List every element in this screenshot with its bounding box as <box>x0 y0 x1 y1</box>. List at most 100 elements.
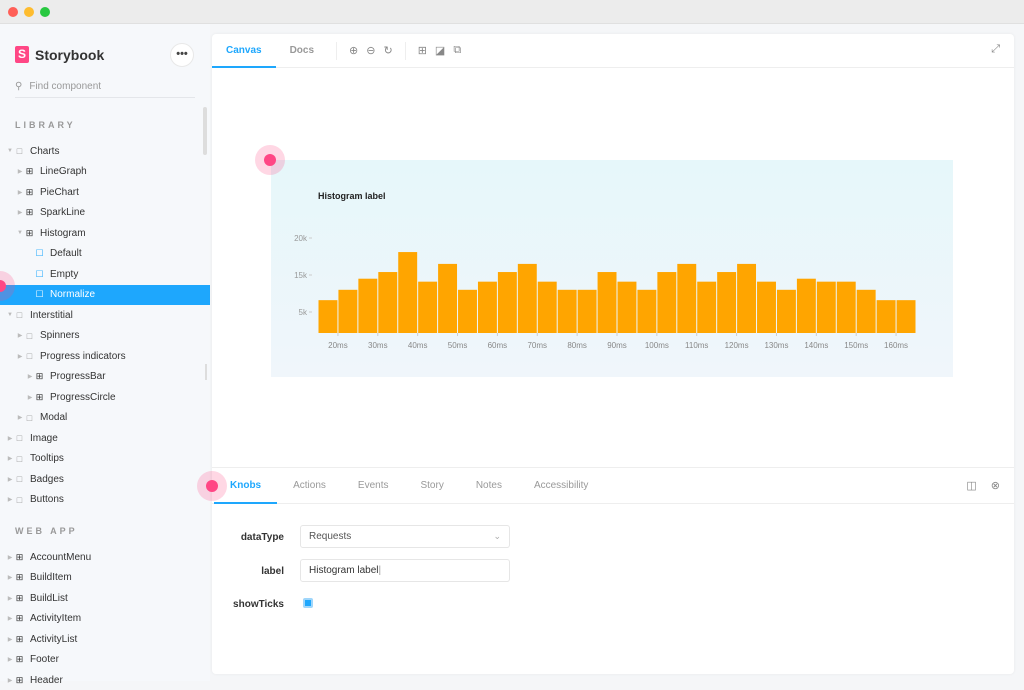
sidebar-item-builditem[interactable]: ▶ ⊞ BuildItem <box>0 568 210 588</box>
sidebar-item-badges[interactable]: ▶ □ Badges <box>0 469 210 489</box>
zoom-reset-icon[interactable]: ↻ <box>383 44 392 57</box>
sidebar-item-footer[interactable]: ▶ ⊞ Footer <box>0 650 210 670</box>
histogram-bar[interactable] <box>717 272 737 333</box>
sidebar-item-piechart[interactable]: ▶ ⊞ PieChart <box>0 182 210 202</box>
sidebar-item-header[interactable]: ▶ ⊞ Header <box>0 670 210 690</box>
histogram-bar[interactable] <box>737 263 757 333</box>
histogram-bar[interactable] <box>697 281 717 333</box>
histogram-bar[interactable] <box>856 289 876 333</box>
histogram-bar[interactable] <box>657 272 677 333</box>
sidebar-item-progressbar[interactable]: ▶ ⊞ ProgressBar <box>0 367 210 387</box>
histogram-bar[interactable] <box>617 281 637 333</box>
highlight-marker <box>197 471 227 501</box>
sidebar-item-progresscircle[interactable]: ▶ ⊞ ProgressCircle <box>0 387 210 407</box>
histogram-bar[interactable] <box>537 281 557 333</box>
sidebar-item-default[interactable]: ☐ Default <box>0 244 210 264</box>
tab-actions[interactable]: Actions <box>277 468 342 504</box>
label-input[interactable]: Histogram label| <box>300 559 510 582</box>
caret-right-icon: ▶ <box>7 616 13 622</box>
component-icon: ⊞ <box>25 207 34 217</box>
caret-right-icon: ▶ <box>17 169 23 175</box>
histogram-bar[interactable] <box>577 289 597 333</box>
tab-canvas[interactable]: Canvas <box>212 34 276 68</box>
tab-docs[interactable]: Docs <box>276 34 328 68</box>
sidebar-item-activitylist[interactable]: ▶ ⊞ ActivityList <box>0 629 210 649</box>
viewport-icon[interactable]: ⧉ <box>453 44 461 57</box>
histogram-bar[interactable] <box>876 300 896 333</box>
histogram-bar[interactable] <box>418 281 438 333</box>
histogram-bar[interactable] <box>318 300 338 333</box>
sidebar-item-tooltips[interactable]: ▶ □ Tooltips <box>0 449 210 469</box>
histogram-bar[interactable] <box>497 272 517 333</box>
minimize-window-button[interactable] <box>24 7 34 17</box>
search-input[interactable]: ⚲ Find component <box>15 76 195 98</box>
histogram-bar[interactable] <box>338 289 358 333</box>
component-icon: ⊞ <box>15 654 24 664</box>
more-menu-button[interactable]: ••• <box>170 43 194 67</box>
histogram-bar[interactable] <box>796 278 816 333</box>
histogram-bar[interactable] <box>398 252 418 333</box>
sidebar-item-linegraph[interactable]: ▶ ⊞ LineGraph <box>0 162 210 182</box>
histogram-bar[interactable] <box>637 289 657 333</box>
sidebar-item-activityitem[interactable]: ▶ ⊞ ActivityItem <box>0 609 210 629</box>
background-icon[interactable]: ◪ <box>435 44 445 57</box>
histogram-bar[interactable] <box>816 281 836 333</box>
sidebar-item-label: ActivityItem <box>30 613 82 624</box>
section-heading: WEB APP <box>15 526 78 536</box>
histogram-bar[interactable] <box>896 300 916 333</box>
histogram-bar[interactable] <box>597 272 617 333</box>
brand[interactable]: S Storybook <box>15 46 104 63</box>
zoom-in-icon[interactable]: ⊕ <box>349 44 358 57</box>
sidebar-item-empty[interactable]: ☐ Empty <box>0 264 210 284</box>
sidebar-item-label: Spinners <box>40 330 80 341</box>
caret-right-icon: ▶ <box>17 415 23 421</box>
sidebar-item-buildlist[interactable]: ▶ ⊞ BuildList <box>0 588 210 608</box>
fullscreen-icon[interactable]: ⤢ <box>991 43 1000 56</box>
story-icon: ☐ <box>35 268 44 279</box>
histogram-bar[interactable] <box>557 289 577 333</box>
tab-accessibility[interactable]: Accessibility <box>518 468 604 504</box>
tab-events[interactable]: Events <box>342 468 405 504</box>
maximize-window-button[interactable] <box>40 7 50 17</box>
story-icon: ☐ <box>35 248 44 258</box>
histogram-bar[interactable] <box>358 278 378 333</box>
panel-orientation-icon[interactable]: ◫ <box>966 479 976 492</box>
tab-story[interactable]: Story <box>404 468 459 504</box>
caret-right-icon: ▶ <box>7 435 13 442</box>
tab-notes[interactable]: Notes <box>460 468 518 504</box>
x-tick-label: 120ms <box>725 341 749 350</box>
histogram-bar[interactable] <box>378 272 398 333</box>
grid-icon[interactable]: ⊞ <box>418 44 427 57</box>
sidebar-item-label: Header <box>30 674 63 686</box>
sidebar-item-modal[interactable]: ▶ □ Modal <box>0 408 210 428</box>
close-panel-icon[interactable]: ⊗ <box>991 479 1000 492</box>
sidebar-item-charts[interactable]: ▼ □ Charts <box>0 141 210 161</box>
histogram-bar[interactable] <box>757 281 776 333</box>
caret-down-icon: ▼ <box>7 148 13 154</box>
histogram-bar[interactable] <box>458 289 477 333</box>
histogram-bar[interactable] <box>776 289 796 333</box>
sidebar-item-accountmenu[interactable]: ▶ ⊞ AccountMenu <box>0 547 210 567</box>
histogram-bar[interactable] <box>677 263 697 333</box>
sidebar-item-normalize[interactable]: ☐ Normalize <box>0 284 210 305</box>
sidebar-item-histogram[interactable]: ▼ ⊞ Histogram <box>0 223 210 243</box>
sidebar-item-label: AccountMenu <box>30 551 92 563</box>
sidebar-item-progress-indicators[interactable]: ▶ □ Progress indicators <box>0 346 210 366</box>
histogram-bar[interactable] <box>438 263 458 333</box>
close-window-button[interactable] <box>8 7 18 17</box>
component-icon: ⊞ <box>15 674 24 685</box>
sidebar-item-spinners[interactable]: ▶ □ Spinners <box>0 326 210 346</box>
histogram-bar[interactable] <box>836 281 856 333</box>
histogram-bar[interactable] <box>477 281 497 333</box>
sidebar-item-interstitial[interactable]: ▼ □ Interstitial <box>0 305 210 325</box>
caret-right-icon: ▶ <box>17 189 23 196</box>
sidebar-item-sparkline[interactable]: ▶ ⊞ SparkLine <box>0 203 210 223</box>
zoom-out-icon[interactable]: ⊖ <box>366 44 375 57</box>
component-icon: ⊞ <box>15 613 24 623</box>
histogram-bar[interactable] <box>517 263 537 333</box>
component-icon: ⊞ <box>15 572 24 582</box>
showticks-checkbox[interactable] <box>303 598 313 608</box>
datatype-select[interactable]: Requests ⌄ <box>300 525 510 548</box>
sidebar-item-image[interactable]: ▶ □ Image <box>0 428 210 448</box>
sidebar-item-buttons[interactable]: ▶ □ Buttons <box>0 490 210 510</box>
